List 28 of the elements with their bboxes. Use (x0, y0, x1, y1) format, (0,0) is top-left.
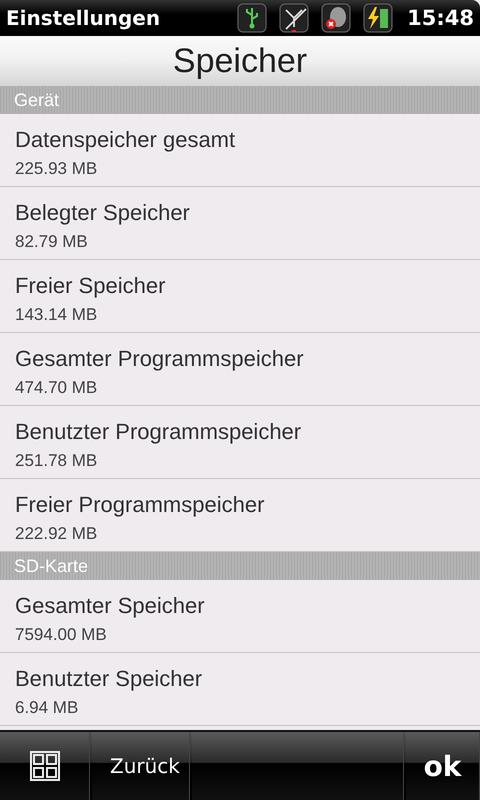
setting-label: Benutzter Programmspeicher (15, 419, 302, 445)
setting-label: Benutzter Speicher (15, 666, 202, 692)
setting-label: Datenspeicher gesamt (15, 127, 236, 153)
app-title: Einstellungen (6, 6, 162, 30)
setting-value: 143.14 MB (15, 305, 98, 325)
clock: 15:48 (407, 6, 474, 30)
setting-value: 474.70 MB (15, 378, 98, 398)
setting-label: Gesamter Speicher (15, 593, 205, 619)
start-icon (30, 751, 60, 781)
signal-icon[interactable] (279, 3, 310, 33)
section-title: SD-Karte (14, 556, 88, 576)
setting-value: 251.78 MB (15, 451, 98, 471)
start-button[interactable] (0, 732, 90, 800)
setting-label: Belegter Speicher (15, 200, 190, 226)
battery-charging-icon[interactable] (363, 3, 394, 33)
setting-label: Freier Programmspeicher (15, 492, 264, 518)
ok-button[interactable]: ok (406, 732, 480, 800)
setting-value: 7594.00 MB (15, 625, 107, 645)
setting-value: 82.79 MB (15, 232, 88, 252)
setting-value: 222.92 MB (15, 524, 98, 544)
setting-label: Freier Speicher (15, 273, 166, 299)
page-title: Speicher (172, 42, 308, 80)
section-title: Gerät (14, 90, 60, 110)
back-button[interactable]: Zurück (92, 732, 190, 800)
setting-value: 225.93 MB (15, 159, 98, 179)
setting-label: Gesamter Programmspeicher (15, 346, 304, 372)
usb-icon[interactable] (237, 3, 268, 33)
setting-value: 6.94 MB (15, 698, 78, 718)
